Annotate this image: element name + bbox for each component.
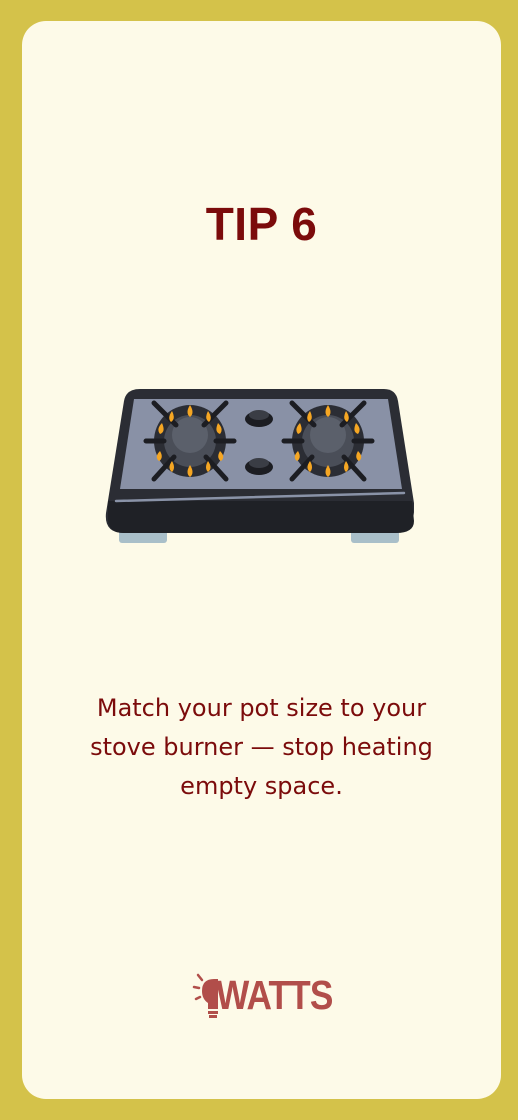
tip-title: TIP 6 bbox=[205, 198, 318, 250]
tip-body-text: Match your pot size to your stove burner… bbox=[90, 694, 433, 800]
tip-card: TIP 6 Match your pot size to your stove … bbox=[22, 21, 501, 1099]
watts-logo: WATTS bbox=[192, 967, 333, 1023]
logo-text: WATTS bbox=[216, 972, 333, 1018]
gas-stove-icon bbox=[105, 389, 414, 543]
